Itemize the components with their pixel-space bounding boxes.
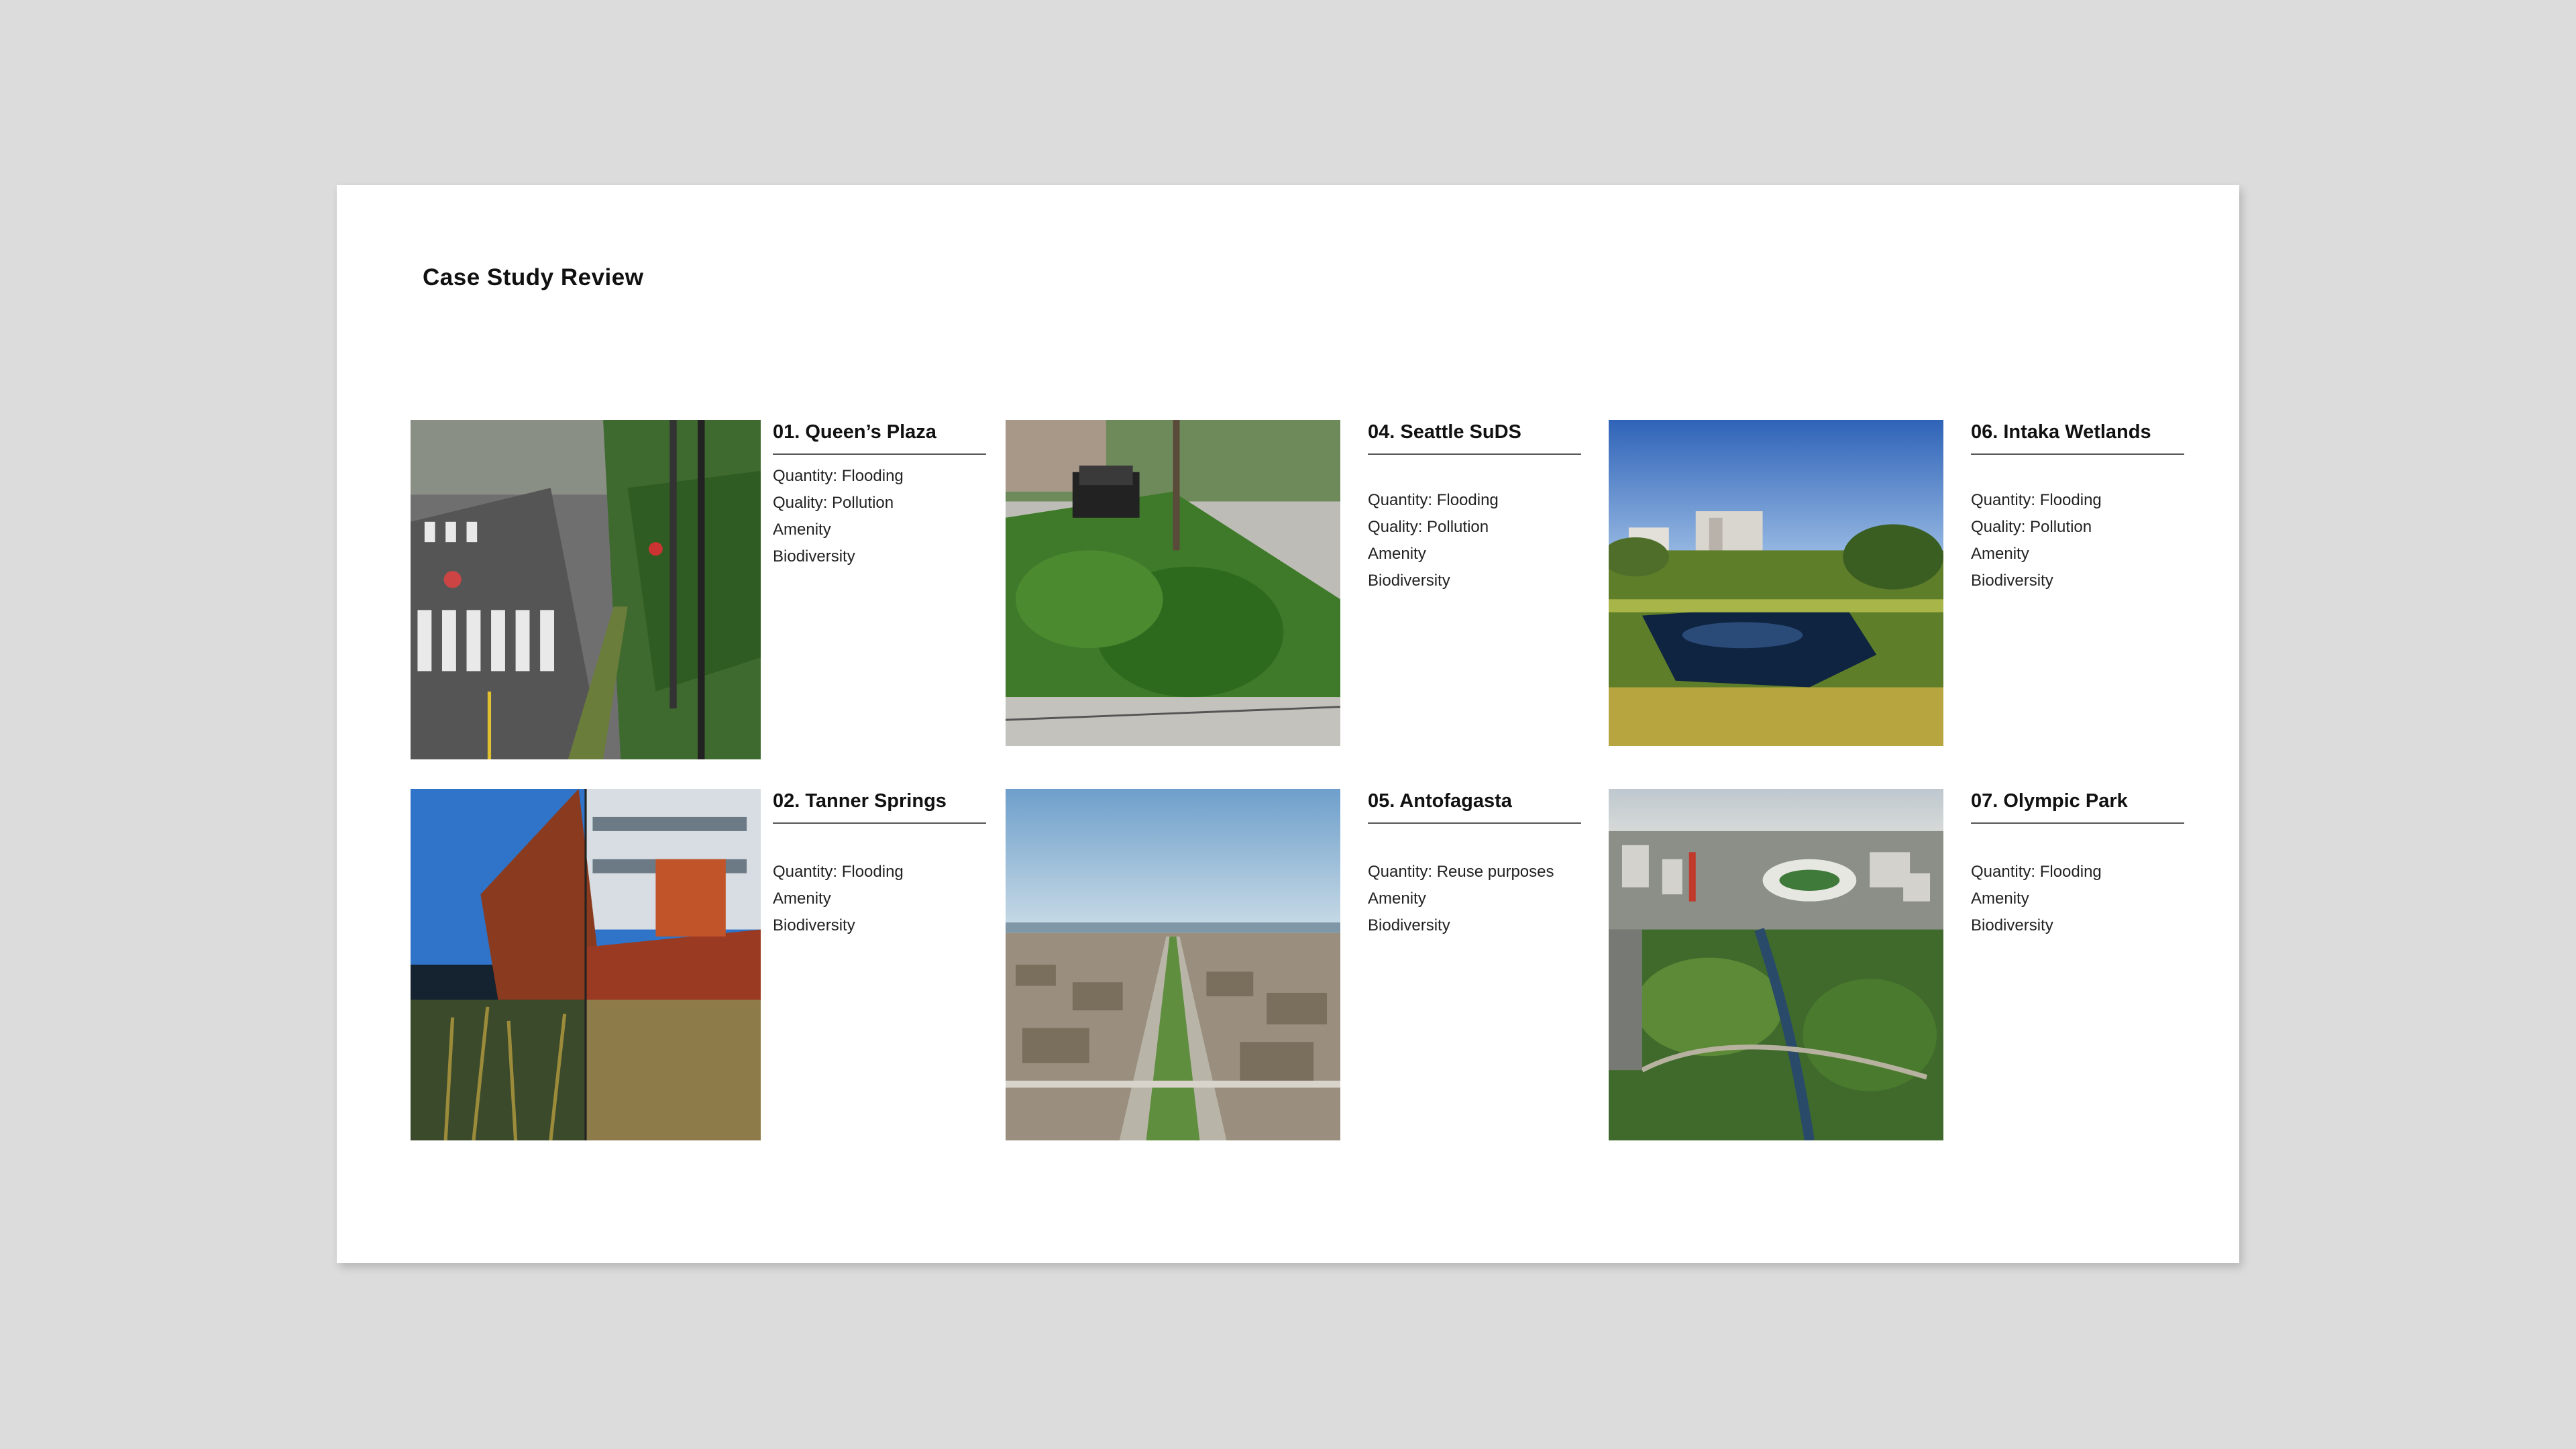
case-tag: Quantity: Flooding: [1971, 491, 2102, 509]
page-title: Case Study Review: [423, 264, 644, 290]
title-divider: [1368, 822, 1581, 824]
case-tag: Quality: Pollution: [773, 494, 894, 512]
case-tag: Biodiversity: [1368, 572, 1450, 590]
case-tag: Amenity: [1368, 545, 1426, 563]
title-divider: [1368, 453, 1581, 455]
case-tag: Biodiversity: [1971, 916, 2053, 934]
case-tag-list: Quantity: Flooding Quality: Pollution Am…: [773, 463, 986, 570]
case-title: 06. Intaka Wetlands: [1971, 421, 2151, 443]
title-divider: [773, 822, 986, 824]
case-tag-list: Quantity: Reuse purposes Amenity Biodive…: [1368, 859, 1581, 939]
case-tag: Biodiversity: [1368, 916, 1450, 934]
case-title: 04. Seattle SuDS: [1368, 421, 1521, 443]
case-tag-list: Quantity: Flooding Amenity Biodiversity: [773, 859, 986, 939]
case-title: 02. Tanner Springs: [773, 790, 947, 812]
case-tag: Quantity: Flooding: [773, 863, 904, 881]
case-tag: Amenity: [1971, 545, 2029, 563]
case-tag: Quantity: Flooding: [1971, 863, 2102, 881]
case-tag: Quantity: Flooding: [773, 467, 904, 485]
case-tag-list: Quantity: Flooding Quality: Pollution Am…: [1368, 487, 1581, 594]
case-photo-tanner-springs: [411, 789, 761, 1140]
case-photo-queens-plaza: [411, 420, 761, 759]
case-tag: Amenity: [1368, 890, 1426, 908]
case-tag-list: Quantity: Flooding Amenity Biodiversity: [1971, 859, 2184, 939]
case-tag: Biodiversity: [1971, 572, 2053, 590]
case-tag: Biodiversity: [773, 916, 855, 934]
case-tag: Quantity: Reuse purposes: [1368, 863, 1554, 881]
case-photo-intaka-wetlands: [1609, 420, 1943, 746]
case-photo-antofagasta: [1006, 789, 1340, 1140]
case-tag: Amenity: [773, 521, 831, 539]
slide-page: Case Study Review 01. Queen’s Plaza Quan…: [337, 185, 2239, 1263]
case-tag: Quality: Pollution: [1971, 518, 2092, 536]
case-tag: Biodiversity: [773, 547, 855, 566]
case-tag-list: Quantity: Flooding Quality: Pollution Am…: [1971, 487, 2184, 594]
case-photo-seattle-suds: [1006, 420, 1340, 746]
title-divider: [1971, 453, 2184, 455]
case-tag: Quality: Pollution: [1368, 518, 1489, 536]
case-title: 07. Olympic Park: [1971, 790, 2128, 812]
case-photo-olympic-park: [1609, 789, 1943, 1140]
title-divider: [1971, 822, 2184, 824]
case-tag: Quantity: Flooding: [1368, 491, 1499, 509]
title-divider: [773, 453, 986, 455]
case-title: 05. Antofagasta: [1368, 790, 1512, 812]
case-title: 01. Queen’s Plaza: [773, 421, 936, 443]
case-tag: Amenity: [773, 890, 831, 908]
case-tag: Amenity: [1971, 890, 2029, 908]
